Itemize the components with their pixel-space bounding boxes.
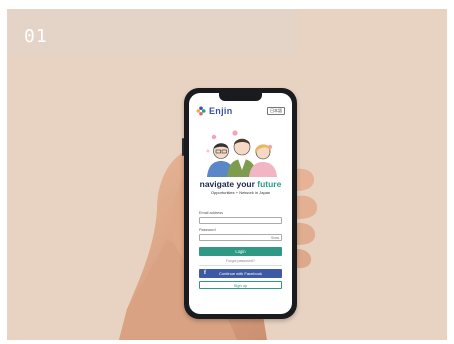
- app-header: Enjin 日本語: [189, 101, 292, 121]
- people-illustration: [206, 130, 277, 177]
- phone-notch: [219, 93, 262, 101]
- facebook-login-button[interactable]: f Continue with Facebook: [199, 269, 282, 278]
- email-label: Email address: [199, 211, 224, 215]
- show-password-toggle[interactable]: Show: [271, 236, 279, 240]
- language-button[interactable]: 日本語: [267, 107, 285, 115]
- brand: Enjin: [196, 106, 233, 116]
- forgot-password-link[interactable]: Forgot password?: [189, 259, 292, 263]
- facebook-button-label: Continue with Facebook: [219, 271, 262, 276]
- headline-accent: future: [257, 179, 282, 189]
- password-label: Password: [199, 228, 216, 232]
- signup-button[interactable]: Sign up: [199, 281, 282, 289]
- phone-screen: Enjin 日本語 navigate your future Opportuni…: [189, 93, 292, 314]
- enjin-flower-logo-icon: [196, 106, 206, 116]
- brand-name: Enjin: [209, 106, 233, 116]
- headline: navigate your future: [189, 179, 292, 189]
- smartphone: Enjin 日本語 navigate your future Opportuni…: [182, 88, 297, 319]
- facebook-icon: f: [204, 270, 206, 276]
- divider: [199, 265, 282, 266]
- password-field[interactable]: Show: [199, 234, 282, 241]
- headline-prefix: navigate your: [199, 179, 258, 189]
- tagline: Opportunities + Network in Japan: [210, 190, 271, 195]
- login-button[interactable]: Login: [199, 247, 282, 256]
- email-field[interactable]: [199, 217, 282, 224]
- mockup-stage: 01 Enjin 日本語 navigate your future Opport…: [7, 9, 447, 340]
- phone-side-button: [182, 138, 184, 156]
